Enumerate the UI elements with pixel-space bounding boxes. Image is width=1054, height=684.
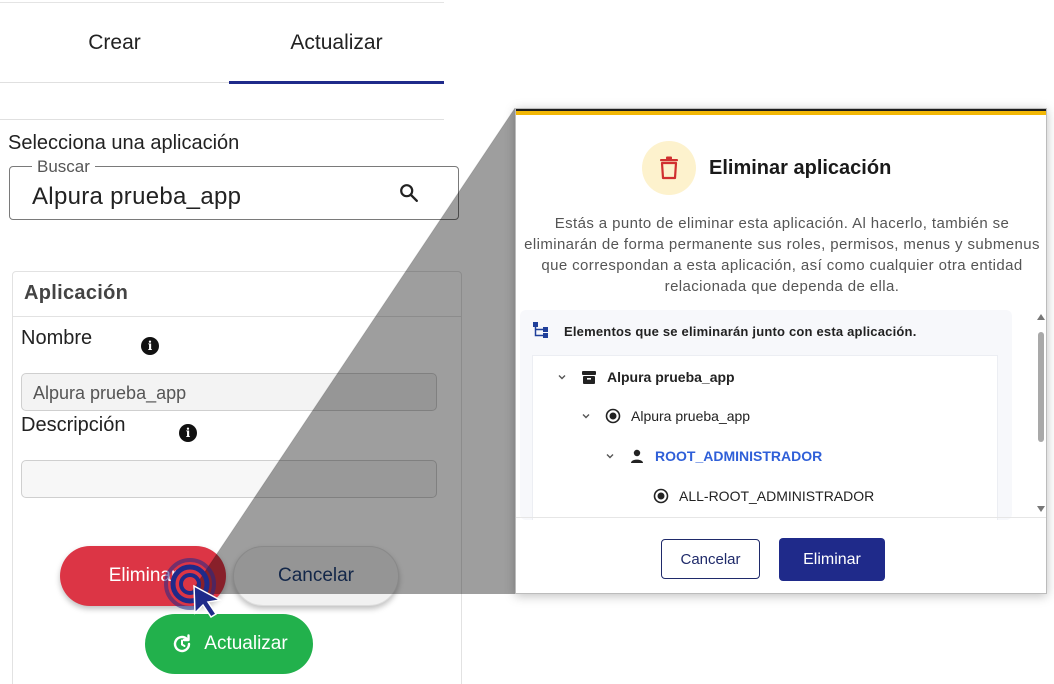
info-icon[interactable]: i: [179, 424, 197, 442]
search-legend: Buscar: [32, 157, 95, 177]
tree-node-app[interactable]: Alpura prueba_app: [555, 369, 735, 385]
person-icon: [631, 449, 643, 463]
chevron-down-icon[interactable]: [603, 449, 617, 463]
tree-node-label: Alpura prueba_app: [607, 369, 735, 385]
refresh-clock-icon: [174, 634, 191, 653]
chevron-down-icon[interactable]: [555, 370, 569, 384]
tree-node-permission[interactable]: ALL-ROOT_ADMINISTRADOR: [653, 488, 874, 504]
archive-icon: [582, 371, 596, 384]
trash-icon: [660, 156, 678, 180]
chevron-down-icon[interactable]: [579, 409, 593, 423]
nombre-value: Alpura prueba_app: [33, 383, 187, 403]
active-tab-indicator: [229, 81, 444, 84]
modal-description: Estás a punto de eliminar esta aplicació…: [524, 215, 1040, 295]
tree-scrollbar[interactable]: [1036, 310, 1046, 520]
nombre-input[interactable]: Alpura prueba_app: [21, 373, 437, 411]
affected-items-tree[interactable]: Alpura prueba_app Alpura prueba_app ROOT…: [532, 355, 998, 520]
modal-warning-bar: [516, 109, 1046, 115]
modal-title: Eliminar aplicación: [709, 157, 892, 179]
search-value: Alpura prueba_app: [32, 183, 242, 210]
section-divider: [0, 119, 444, 120]
search-input[interactable]: Buscar Alpura prueba_app: [9, 157, 459, 220]
select-app-label: Selecciona una aplicación: [8, 132, 240, 154]
modal-delete-button[interactable]: Eliminar: [779, 538, 885, 581]
cancelar-button[interactable]: Cancelar: [233, 546, 399, 606]
descripcion-input[interactable]: [21, 460, 437, 498]
radio-icon: [653, 488, 669, 504]
info-icon[interactable]: i: [141, 337, 159, 355]
tree-node-label: ALL-ROOT_ADMINISTRADOR: [679, 488, 875, 504]
actualizar-label: Actualizar: [204, 633, 288, 654]
hierarchy-icon: [533, 322, 548, 338]
delete-app-modal: Eliminar aplicación Estás a punto de eli…: [515, 108, 1047, 594]
tab-actualizar[interactable]: Actualizar: [229, 3, 444, 83]
affected-items-panel: Elementos que se eliminarán junto con es…: [520, 310, 1012, 520]
click-cursor-icon: [164, 558, 223, 618]
search-icon[interactable]: [398, 182, 420, 204]
tree-node-label: ROOT_ADMINISTRADOR: [655, 448, 823, 464]
affected-items-header: Elementos que se eliminarán junto con es…: [564, 324, 917, 339]
tab-bar: Crear Actualizar: [0, 3, 444, 84]
modal-cancel-button[interactable]: Cancelar: [661, 539, 760, 579]
modal-footer-divider: [516, 517, 1046, 518]
scroll-up-arrow-icon[interactable]: [1037, 314, 1045, 320]
nombre-label: Nombre: [21, 327, 93, 349]
card-header: Aplicación: [13, 272, 461, 317]
descripcion-label: Descripción: [21, 414, 126, 436]
modal-icon-circle: [642, 141, 696, 195]
radio-icon: [605, 408, 621, 424]
card-title: Aplicación: [24, 282, 129, 304]
tab-crear[interactable]: Crear: [0, 3, 229, 83]
actualizar-button[interactable]: Actualizar: [145, 614, 313, 674]
scroll-down-arrow-icon[interactable]: [1037, 506, 1045, 512]
tree-node-module[interactable]: Alpura prueba_app: [579, 408, 750, 424]
scroll-thumb[interactable]: [1038, 332, 1044, 442]
tree-node-label: Alpura prueba_app: [631, 408, 751, 424]
tree-node-role[interactable]: ROOT_ADMINISTRADOR: [603, 448, 822, 464]
